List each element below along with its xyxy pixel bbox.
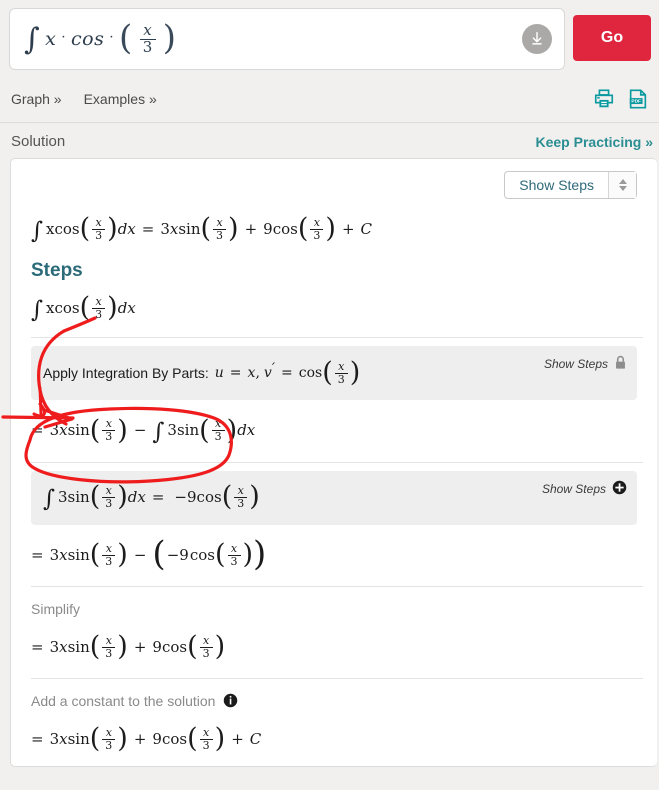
lock-icon[interactable] bbox=[614, 355, 627, 373]
step-result-integration-by-parts: = 3 x sin(x 3) − ∫ 3 sin(x 3) dx bbox=[31, 414, 256, 446]
step-final-with-constant: = 3 x sin(x 3) +9 cos(x 3) + C bbox=[31, 723, 262, 755]
steps-heading: Steps bbox=[31, 260, 83, 282]
show-steps-toggle-locked[interactable]: Show Steps bbox=[544, 355, 627, 373]
final-answer-expression: ∫ x cos(x 3) dx = 3 x sin(x 3) +9 cos(x 3) + C bbox=[31, 213, 373, 245]
input-expression: ∫ x · cos · ( x 3 ) bbox=[24, 18, 177, 59]
page-title: Solution bbox=[11, 133, 66, 150]
go-button[interactable]: Go bbox=[573, 15, 651, 61]
simplify-label: Simplify bbox=[25, 587, 643, 617]
svg-text:PDF: PDF bbox=[631, 99, 641, 105]
examples-link[interactable]: Examples » bbox=[84, 91, 157, 107]
multiply-dot-2: · bbox=[109, 29, 114, 45]
chevron-updown-icon[interactable] bbox=[608, 172, 636, 198]
divider-2 bbox=[31, 461, 643, 463]
simplify-text: Simplify bbox=[31, 600, 81, 617]
add-constant-text: Add a constant to the solution bbox=[31, 692, 216, 709]
chevron-down-icon bbox=[618, 186, 627, 191]
step-1-label: Apply Integration By Parts: bbox=[43, 365, 209, 382]
show-steps-select-label: Show Steps bbox=[519, 177, 594, 193]
step-solve-remaining-integral[interactable]: ∫ 3 sin(x 3) dx = −9 cos(x 3) Show Steps bbox=[31, 470, 637, 525]
show-steps-label-2: Show Steps bbox=[541, 481, 606, 496]
divider-1 bbox=[31, 337, 643, 339]
info-icon[interactable] bbox=[223, 693, 238, 708]
show-steps-select-row: Show Steps bbox=[25, 171, 643, 199]
add-constant-label: Add a constant to the solution bbox=[25, 679, 643, 709]
show-steps-toggle-expand[interactable]: Show Steps bbox=[542, 480, 627, 498]
show-steps-label-1: Show Steps bbox=[543, 357, 608, 372]
keep-practicing-link[interactable]: Keep Practicing » bbox=[536, 134, 654, 150]
fraction-x-over-3: x 3 bbox=[139, 22, 156, 56]
step-substituted-equation: = 3 x sin(x 3) −(−9 cos(x 3)) bbox=[31, 534, 267, 575]
close-paren: ) bbox=[162, 18, 177, 59]
open-paren: ( bbox=[118, 18, 133, 59]
plus-circle-icon[interactable] bbox=[612, 480, 627, 498]
graph-link[interactable]: Graph » bbox=[11, 91, 62, 107]
top-input-bar: ∫ x · cos · ( x 3 ) Go bbox=[0, 0, 659, 70]
step-apply-integration-by-parts[interactable]: Apply Integration By Parts: u = x, v ′ = cos(x… bbox=[31, 346, 637, 401]
secondary-links-row: Graph » Examples » PDF bbox=[0, 70, 659, 114]
variable-x: x bbox=[45, 28, 57, 50]
solution-header: Solution Keep Practicing » bbox=[0, 123, 659, 158]
solution-card-inner: Show Steps ∫ x cos(x 3) dx = 3 x sin(x 3) +9 cos(x 3… bbox=[11, 159, 657, 766]
pdf-icon[interactable]: PDF bbox=[627, 88, 649, 110]
download-icon[interactable] bbox=[522, 24, 552, 54]
solution-card: Show Steps ∫ x cos(x 3) dx = 3 x sin(x 3) +9 cos(x 3… bbox=[10, 158, 657, 767]
cos-function: cos bbox=[71, 28, 105, 50]
step-3-text: ∫ 3 sin(x 3) dx = −9 cos(x 3) bbox=[43, 481, 260, 513]
step-1-text: Apply Integration By Parts: u = x, v ′ = cos(x… bbox=[43, 356, 361, 388]
print-icon[interactable] bbox=[593, 88, 615, 110]
show-steps-select[interactable]: Show Steps bbox=[504, 171, 637, 199]
math-input-field[interactable]: ∫ x · cos · ( x 3 ) bbox=[9, 8, 565, 70]
chevron-up-icon bbox=[618, 179, 627, 184]
original-integral-expression: ∫ x cos(x 3) dx bbox=[31, 292, 136, 324]
integral-symbol: ∫ bbox=[24, 22, 41, 57]
step-simplified-equation: = 3 x sin(x 3) +9 cos(x 3) bbox=[31, 630, 226, 662]
multiply-dot: · bbox=[61, 29, 66, 45]
